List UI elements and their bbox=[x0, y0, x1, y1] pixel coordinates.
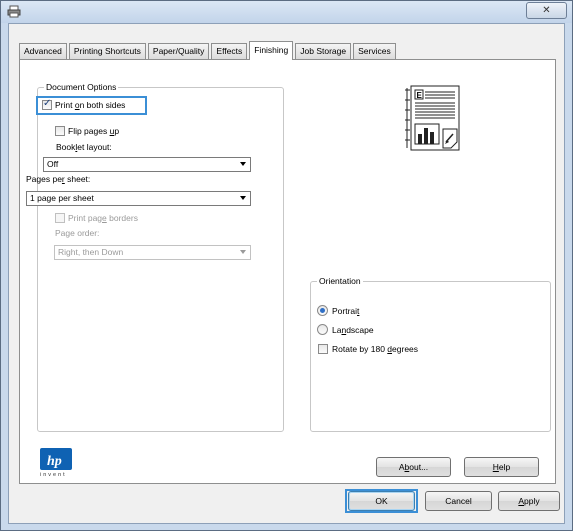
print-page-borders-label[interactable]: Print page borders bbox=[68, 213, 138, 223]
hp-logo-icon: hp bbox=[40, 448, 72, 470]
tab-strip: Advanced Printing Shortcuts Paper/Qualit… bbox=[19, 41, 398, 60]
hp-invent-text: invent bbox=[40, 472, 67, 478]
chevron-down-icon bbox=[240, 250, 246, 254]
booklet-layout-select[interactable]: Off bbox=[43, 157, 251, 172]
cancel-button[interactable]: Cancel bbox=[425, 491, 492, 511]
dialog-client-area: Advanced Printing Shortcuts Paper/Qualit… bbox=[8, 23, 565, 524]
orientation-group: Orientation bbox=[310, 276, 551, 432]
rotate-180-label[interactable]: Rotate by 180 degrees bbox=[332, 344, 418, 354]
page-order-select[interactable]: Right, then Down bbox=[54, 245, 251, 260]
printer-properties-window: ✕ Advanced Printing Shortcuts Paper/Qual… bbox=[0, 0, 573, 531]
tab-effects[interactable]: Effects bbox=[211, 43, 248, 59]
ok-button[interactable]: OK bbox=[348, 491, 415, 511]
print-both-sides-label[interactable]: Print on both sides bbox=[55, 100, 125, 110]
about-button[interactable]: Ab out... bbox=[376, 457, 451, 477]
flip-pages-up-checkbox[interactable] bbox=[55, 126, 65, 136]
landscape-label[interactable]: Landscape bbox=[332, 325, 374, 335]
print-both-sides-checkbox[interactable] bbox=[42, 98, 52, 110]
rotate-180-checkbox[interactable] bbox=[318, 344, 328, 354]
title-bar: ✕ bbox=[1, 1, 572, 23]
portrait-label[interactable]: Portrait bbox=[332, 306, 359, 316]
document-options-label: Document Options bbox=[44, 82, 119, 92]
tab-job-storage[interactable]: Job Storage bbox=[295, 43, 352, 59]
portrait-radio[interactable] bbox=[317, 305, 328, 316]
flip-pages-up-label[interactable]: Flip pages up bbox=[68, 126, 119, 136]
svg-text:hp: hp bbox=[47, 454, 62, 469]
close-icon: ✕ bbox=[542, 5, 551, 16]
apply-button[interactable]: Apply bbox=[498, 491, 560, 511]
close-button[interactable]: ✕ bbox=[526, 2, 567, 19]
page-order-label: Page order: bbox=[55, 228, 100, 238]
document-preview-icon: E bbox=[405, 85, 460, 151]
landscape-radio[interactable] bbox=[317, 324, 328, 335]
svg-text:E: E bbox=[417, 91, 423, 100]
tab-services[interactable]: Services bbox=[353, 43, 396, 59]
booklet-layout-label: Booklet layout: bbox=[56, 142, 112, 152]
chevron-down-icon bbox=[240, 162, 246, 166]
pages-per-sheet-label: Pages per sheet: bbox=[26, 174, 91, 184]
tab-paper-quality[interactable]: Paper/Quality bbox=[147, 43, 210, 59]
tab-finishing[interactable]: Finishing bbox=[249, 41, 294, 60]
help-button[interactable]: Help bbox=[464, 457, 539, 477]
tab-advanced[interactable]: Advanced bbox=[19, 43, 67, 59]
printer-icon bbox=[7, 5, 21, 18]
finishing-panel: Document Options Print on both sides Fli… bbox=[19, 59, 556, 484]
pages-per-sheet-select[interactable]: 1 page per sheet bbox=[26, 191, 251, 206]
print-page-borders-checkbox[interactable] bbox=[55, 213, 65, 223]
chevron-down-icon bbox=[240, 196, 246, 200]
tab-printing-shortcuts[interactable]: Printing Shortcuts bbox=[68, 43, 146, 59]
orientation-label: Orientation bbox=[317, 276, 363, 286]
hp-logo: hp invent bbox=[38, 448, 74, 480]
